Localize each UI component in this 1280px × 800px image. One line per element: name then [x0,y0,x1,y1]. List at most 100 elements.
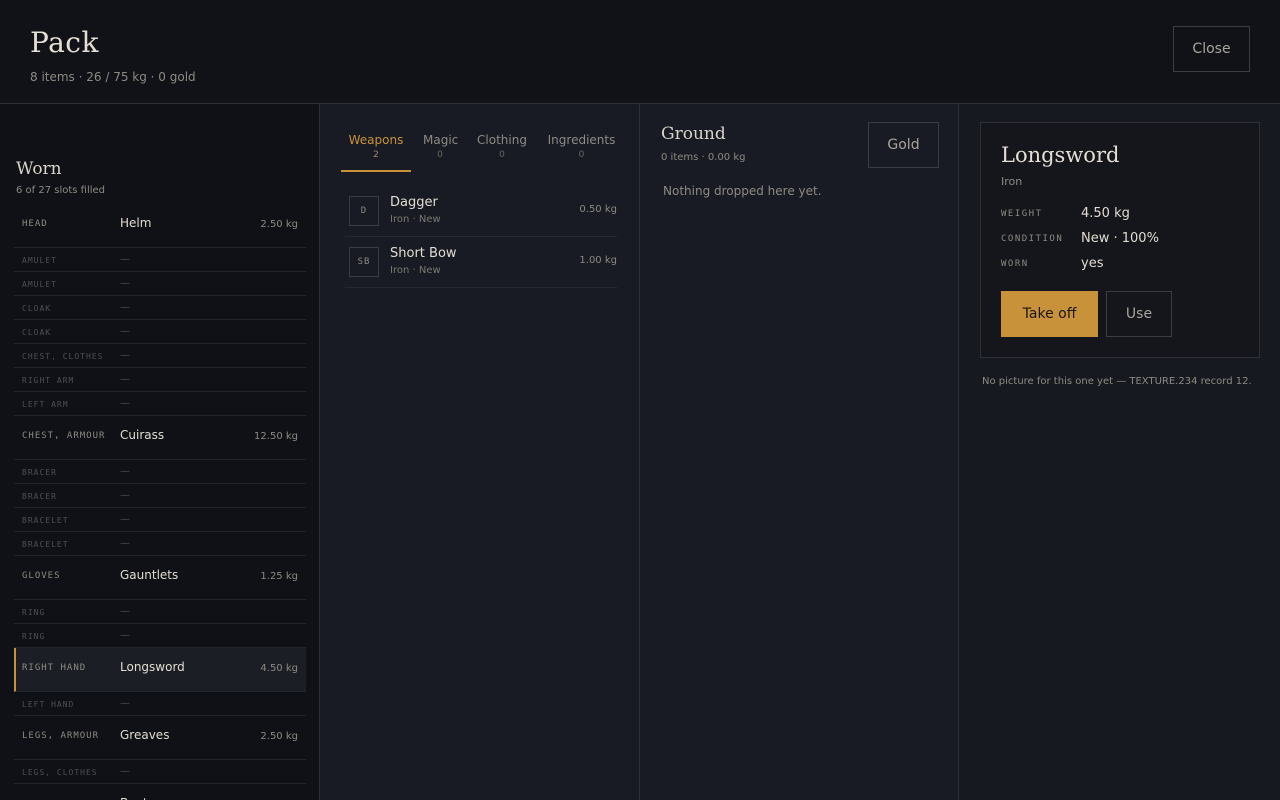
close-button[interactable]: Close [1173,26,1250,72]
property-value: 4.50 kg [1081,206,1130,221]
detail-material: Iron [1001,175,1023,188]
worn-slot[interactable]: BRACELET — [14,508,306,532]
property-value: New · 100% [1081,231,1159,246]
tab-label: Magic [423,133,459,147]
property-key: CONDITION [1001,234,1064,244]
slot-label: RING [22,632,46,641]
tab-label: Weapons [348,133,404,147]
tab-count: 2 [373,150,379,160]
slot-label: CLOAK [22,328,52,337]
worn-slot[interactable]: Boots [14,784,306,800]
page-title: Pack [30,26,99,59]
slot-label: BRACER [22,492,57,501]
ground-panel: Ground 0 items · 0.00 kg Gold Nothing dr… [640,104,959,800]
worn-panel: Worn 6 of 27 slots filled HEAD Helm 2.50 k… [0,104,320,800]
worn-slot[interactable]: AMULET — [14,248,306,272]
item-initials-icon: D [349,196,379,226]
slot-item-name: — [120,374,130,385]
slot-item-name: — [120,326,130,337]
worn-slot[interactable]: CHEST, CLOTHES — [14,344,306,368]
category-tabs: Weapons 2 Magic 0 Clothing 0 Ingredients 0 [341,132,617,172]
worn-slot[interactable]: LEFT ARM — [14,392,306,416]
worn-slot[interactable]: GLOVES Gauntlets 1.25 kg [14,556,306,600]
worn-slot[interactable]: LEFT HAND — [14,692,306,716]
worn-slot[interactable]: CHEST, ARMOUR Cuirass 12.50 kg [14,416,306,460]
inventory-item-list: D Dagger Iron · New 0.50 kg SB Short Bow Iron … [345,186,617,288]
slot-label: LEFT ARM [22,400,69,409]
worn-slot[interactable]: RING — [14,624,306,648]
tab-count: 0 [499,150,505,160]
slot-label: LEFT HAND [22,700,75,709]
slot-item-name: — [120,302,130,313]
tab-count: 0 [578,150,585,160]
item-weight: 1.00 kg [579,255,617,266]
worn-slot[interactable]: BRACER — [14,460,306,484]
use-button[interactable]: Use [1106,291,1172,337]
worn-slot[interactable]: RIGHT HAND Longsword 4.50 kg [14,648,306,692]
slot-item-name: — [120,254,130,265]
detail-properties: WEIGHT 4.50 kg CONDITION New · 100% WORN yes [1001,206,1241,281]
slot-label: HEAD [22,219,48,229]
detail-title: Longsword [1001,143,1120,167]
item-initials-icon: SB [349,247,379,277]
slot-item-name: — [120,698,130,709]
slot-item-name: Gauntlets [120,568,179,582]
tab-weapons[interactable]: Weapons 2 [341,132,411,172]
detail-property: CONDITION New · 100% [1001,231,1241,256]
worn-slot[interactable]: CLOAK — [14,296,306,320]
slot-item-name: Helm [120,216,152,230]
worn-slot[interactable]: CLOAK — [14,320,306,344]
tab-ingredients[interactable]: Ingredients 0 [546,132,617,172]
worn-slot[interactable]: RING — [14,600,306,624]
slot-label: RIGHT ARM [22,376,75,385]
ground-empty-message: Nothing dropped here yet. [663,184,822,198]
slot-item-name: — [120,466,130,477]
slot-item-name: — [120,278,130,289]
slot-label: CHEST, ARMOUR [22,431,106,441]
gold-button[interactable]: Gold [868,122,939,168]
worn-slot-list: HEAD Helm 2.50 kg AMULET — AMULET — CLOAK — CLOAK… [14,204,306,800]
detail-property: WORN yes [1001,256,1241,281]
detail-panel: Longsword Iron WEIGHT 4.50 kg CONDITION New… [959,104,1280,800]
slot-label: LEGS, CLOTHES [22,768,98,777]
worn-slot[interactable]: LEGS, CLOTHES — [14,760,306,784]
ground-title: Ground [661,124,726,144]
slot-item-name: — [120,606,130,617]
detail-property: WEIGHT 4.50 kg [1001,206,1241,231]
worn-slot[interactable]: BRACER — [14,484,306,508]
worn-slot[interactable]: BRACELET — [14,532,306,556]
slot-item-name: — [120,766,130,777]
slot-item-weight: 2.50 kg [260,731,298,742]
slot-label: BRACER [22,468,57,477]
slot-label: RING [22,608,46,617]
slot-item-name: — [120,350,130,361]
inventory-item[interactable]: D Dagger Iron · New 0.50 kg [345,186,617,237]
slot-label: BRACELET [22,516,69,525]
worn-title: Worn [16,159,62,179]
slot-label: AMULET [22,256,57,265]
slot-item-name: — [120,630,130,641]
worn-slot[interactable]: LEGS, ARMOUR Greaves 2.50 kg [14,716,306,760]
slot-item-weight: 1.25 kg [260,571,298,582]
slot-item-name: — [120,490,130,501]
slot-label: LEGS, ARMOUR [22,731,100,741]
item-condition: Iron · New [390,214,441,225]
item-weight: 0.50 kg [579,204,617,215]
worn-slot[interactable]: AMULET — [14,272,306,296]
slot-label: CHEST, CLOTHES [22,352,104,361]
tab-clothing[interactable]: Clothing 0 [475,132,529,172]
tab-magic[interactable]: Magic 0 [423,132,459,172]
inventory-item[interactable]: SB Short Bow Iron · New 1.00 kg [345,237,617,288]
tab-label: Clothing [477,133,527,147]
inventory-panel: Weapons 2 Magic 0 Clothing 0 Ingredients 0 D Dag… [320,104,640,800]
worn-slot[interactable]: HEAD Helm 2.50 kg [14,204,306,248]
take-off-button[interactable]: Take off [1001,291,1098,337]
slot-label: CLOAK [22,304,52,313]
slot-item-weight: 12.50 kg [254,431,298,442]
worn-slot[interactable]: RIGHT ARM — [14,368,306,392]
item-name: Dagger [390,195,438,210]
property-key: WEIGHT [1001,209,1043,219]
property-value: yes [1081,256,1104,271]
slot-label: RIGHT HAND [22,663,87,673]
slot-item-name: Longsword [120,660,185,674]
